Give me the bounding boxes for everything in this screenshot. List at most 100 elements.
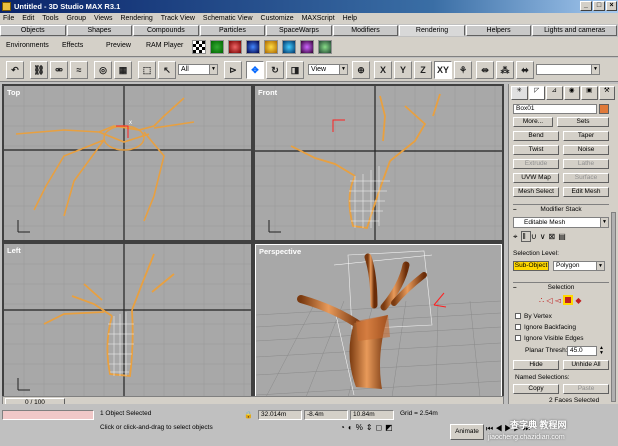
select-and-rotate-icon[interactable]: ↻ bbox=[266, 61, 284, 79]
render-type-icon[interactable] bbox=[300, 40, 314, 54]
reference-coordinate-dropdown[interactable]: View ▼ bbox=[308, 64, 348, 75]
align-icon[interactable]: ⬌ bbox=[516, 61, 534, 79]
render-region-icon[interactable] bbox=[282, 40, 296, 54]
configure-sets-icon[interactable]: ▤ bbox=[558, 232, 569, 241]
twist-button[interactable]: Twist bbox=[513, 145, 559, 155]
lock-selection-icon[interactable]: 🔒 bbox=[244, 411, 254, 420]
modifier-stack-dropdown[interactable]: Editable Mesh ▼ bbox=[513, 217, 609, 228]
ignore-visible-edges-checkbox[interactable]: Ignore Visible Edges bbox=[515, 335, 584, 343]
lathe-button[interactable]: Lathe bbox=[563, 159, 609, 169]
select-and-move-icon[interactable]: ✥ bbox=[246, 61, 264, 79]
menu-file[interactable]: File bbox=[0, 13, 17, 24]
named-selection-dropdown[interactable]: ▼ bbox=[536, 64, 600, 75]
viewport-perspective[interactable]: Perspective bbox=[255, 244, 502, 398]
object-name-field[interactable]: Box01 bbox=[513, 104, 597, 114]
sub-object-button[interactable]: Sub-Object bbox=[513, 261, 549, 271]
remove-modifier-icon[interactable]: ⊠ bbox=[549, 232, 559, 241]
material-editor-icon[interactable] bbox=[192, 40, 206, 54]
undo-icon[interactable]: ↶ bbox=[6, 61, 24, 79]
tab-spacewarps[interactable]: SpaceWarps bbox=[266, 25, 332, 36]
menu-track-view[interactable]: Track View bbox=[158, 13, 198, 24]
quick-render-icon[interactable] bbox=[228, 40, 242, 54]
unhide-all-button[interactable]: Unhide All bbox=[563, 360, 609, 370]
face-level-icon[interactable]: ◅ bbox=[555, 296, 561, 305]
surface-button[interactable]: Surface bbox=[563, 173, 609, 183]
ram-player-button[interactable]: RAM Player bbox=[146, 42, 183, 49]
animate-button[interactable]: Animate bbox=[450, 424, 484, 440]
environments-button[interactable]: Environments bbox=[6, 42, 49, 49]
preview-button[interactable]: Preview bbox=[106, 42, 131, 49]
command-panel-scrollbar[interactable] bbox=[611, 212, 616, 402]
noise-button[interactable]: Noise bbox=[563, 145, 609, 155]
vertex-level-icon[interactable]: ∴ bbox=[539, 296, 544, 305]
taper-button[interactable]: Taper bbox=[563, 131, 609, 141]
viewport-label-left[interactable]: Left bbox=[7, 246, 21, 255]
tab-compounds[interactable]: Compounds bbox=[133, 25, 199, 36]
menu-views[interactable]: Views bbox=[91, 13, 116, 24]
restrict-z-button[interactable]: Z bbox=[414, 61, 432, 79]
select-by-name-icon[interactable]: ▦ bbox=[114, 61, 132, 79]
uvw-map-button[interactable]: UVW Map bbox=[513, 173, 559, 183]
maxscript-listener-field[interactable] bbox=[2, 410, 94, 420]
previous-frame-icon[interactable]: ◀ bbox=[495, 424, 504, 433]
utilities-tab-icon[interactable]: ⚒ bbox=[598, 86, 615, 100]
window-crossing-icon[interactable]: ◻ bbox=[376, 423, 386, 432]
render-scene-icon[interactable] bbox=[210, 40, 224, 54]
display-tab-icon[interactable]: ▣ bbox=[581, 86, 598, 100]
tab-particles[interactable]: Particles bbox=[199, 25, 266, 36]
menu-tools[interactable]: Tools bbox=[39, 13, 61, 24]
minimize-button[interactable]: _ bbox=[580, 1, 592, 11]
hide-button[interactable]: Hide bbox=[513, 360, 559, 370]
select-arrow-icon[interactable]: ↖ bbox=[158, 61, 176, 79]
z-coordinate-field[interactable]: 10.84m bbox=[350, 410, 394, 420]
object-color-swatch[interactable] bbox=[599, 104, 609, 114]
show-end-result-icon[interactable]: ∪ bbox=[531, 232, 540, 241]
viewport-label-perspective[interactable]: Perspective bbox=[259, 247, 301, 256]
render-last-icon[interactable] bbox=[246, 40, 260, 54]
select-and-scale-icon[interactable]: ◨ bbox=[286, 61, 304, 79]
bend-button[interactable]: Bend bbox=[513, 131, 559, 141]
degradation-override-icon[interactable]: ◩ bbox=[385, 423, 396, 432]
bind-space-warp-icon[interactable]: ≈ bbox=[70, 61, 88, 79]
sub-object-level-dropdown[interactable]: Polygon ▼ bbox=[553, 261, 605, 271]
inverse-kinematics-icon[interactable]: ⚘ bbox=[454, 61, 472, 79]
create-tab-icon[interactable]: ✳ bbox=[511, 86, 528, 100]
ignore-backfacing-checkbox[interactable]: Ignore Backfacing bbox=[515, 324, 576, 332]
restrict-x-button[interactable]: X bbox=[374, 61, 392, 79]
tab-objects[interactable]: Objects bbox=[0, 25, 66, 36]
modifier-stack-rollout[interactable]: – Modifier Stack bbox=[513, 204, 609, 213]
spinner-snap-icon[interactable]: ⇕ bbox=[366, 423, 376, 432]
percent-snap-icon[interactable]: % bbox=[356, 423, 366, 432]
restrict-y-button[interactable]: Y bbox=[394, 61, 412, 79]
modifier-sets-button[interactable]: Sets bbox=[557, 117, 609, 127]
x-coordinate-field[interactable]: 32.014m bbox=[258, 410, 302, 420]
make-unique-icon[interactable]: ∨ bbox=[540, 232, 549, 241]
edge-level-icon[interactable]: ◁ bbox=[546, 296, 552, 305]
tab-modifiers[interactable]: Modifiers bbox=[332, 25, 399, 36]
viewport-left[interactable]: Left bbox=[4, 244, 251, 398]
tab-lights-and-cameras[interactable]: Lights and cameras bbox=[532, 25, 617, 36]
menu-group[interactable]: Group bbox=[64, 13, 89, 24]
menu-maxscript[interactable]: MAXScript bbox=[299, 13, 338, 24]
menu-rendering[interactable]: Rendering bbox=[117, 13, 155, 24]
active-shade-icon[interactable] bbox=[264, 40, 278, 54]
mirror-icon[interactable]: ⇹ bbox=[476, 61, 494, 79]
viewport-top[interactable]: x Top bbox=[4, 86, 251, 240]
selection-filter-dropdown[interactable]: All ▼ bbox=[178, 64, 218, 75]
tab-shapes[interactable]: Shapes bbox=[66, 25, 133, 36]
select-and-link-icon[interactable]: ⊳ bbox=[224, 61, 242, 79]
menu-schematic-view[interactable]: Schematic View bbox=[200, 13, 256, 24]
viewport-label-top[interactable]: Top bbox=[7, 88, 20, 97]
pin-stack-icon[interactable]: ⌖ bbox=[513, 232, 521, 241]
tab-rendering[interactable]: Rendering bbox=[399, 25, 465, 36]
select-link-icon[interactable]: ⛓ bbox=[30, 61, 48, 79]
effects-button[interactable]: Effects bbox=[62, 42, 83, 49]
more-modifiers-button[interactable]: More... bbox=[513, 117, 553, 127]
menu-edit[interactable]: Edit bbox=[19, 13, 37, 24]
pivot-center-icon[interactable]: ⊕ bbox=[352, 61, 370, 79]
region-select-icon[interactable]: ⬚ bbox=[138, 61, 156, 79]
unlink-icon[interactable]: ⚮ bbox=[50, 61, 68, 79]
modify-tab-icon[interactable]: ◸ bbox=[528, 86, 545, 100]
extrude-button[interactable]: Extrude bbox=[513, 159, 559, 169]
tab-helpers[interactable]: Helpers bbox=[465, 25, 532, 36]
